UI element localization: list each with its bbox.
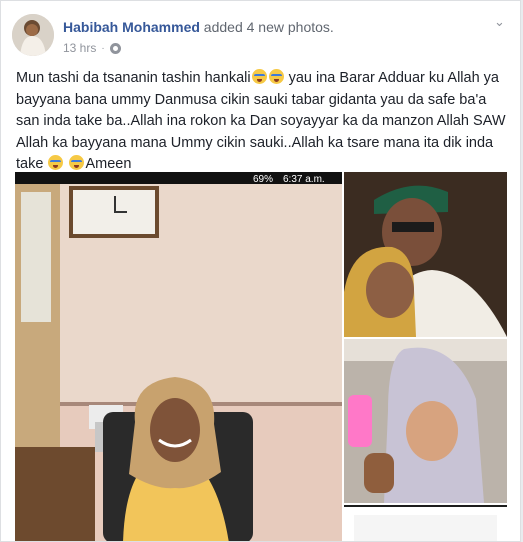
globe-icon[interactable]: [109, 42, 121, 54]
status-time: 6:37 a.m.: [283, 174, 325, 185]
photo-woman-at-desk: 69% 6:37 a.m.: [15, 172, 342, 541]
photo-couple-image: [344, 172, 507, 337]
photo-fourth[interactable]: [344, 505, 507, 541]
post-meta: 13 hrs ·: [63, 41, 121, 55]
crying-emoji-icon: [69, 155, 85, 170]
author-name[interactable]: Habibah Mohammed: [63, 19, 200, 35]
photo-grid: 69% 6:37 a.m.: [15, 172, 507, 541]
chevron-down-icon[interactable]: ⌄: [494, 15, 508, 28]
post-text-part-1: Mun tashi da tsananin tashin hankali: [16, 70, 251, 86]
photo-woman-smiling[interactable]: [344, 339, 507, 503]
status-battery: 69%: [253, 174, 273, 185]
avatar-photo: [12, 14, 54, 56]
post-header: Habibah Mohammed added 4 new photos.: [63, 19, 334, 35]
photo-couple[interactable]: [344, 172, 507, 337]
meta-separator: ·: [101, 42, 105, 54]
photo-fourth-image: [344, 507, 507, 541]
post-card: Habibah Mohammed added 4 new photos. 13 …: [0, 0, 521, 542]
crying-emoji-icon: [251, 69, 267, 84]
photo-main[interactable]: 69% 6:37 a.m.: [15, 172, 342, 541]
avatar[interactable]: [12, 14, 54, 56]
crying-emoji-icon: [48, 155, 64, 170]
post-text: Mun tashi da tsananin tashin hankali yau…: [16, 68, 508, 176]
crying-emoji-icon: [268, 69, 284, 84]
post-action: added 4 new photos.: [203, 19, 334, 35]
photo-woman-smiling-image: [344, 339, 507, 503]
post-text-part-3: Ameen: [85, 156, 132, 172]
post-time[interactable]: 13 hrs: [63, 41, 96, 55]
